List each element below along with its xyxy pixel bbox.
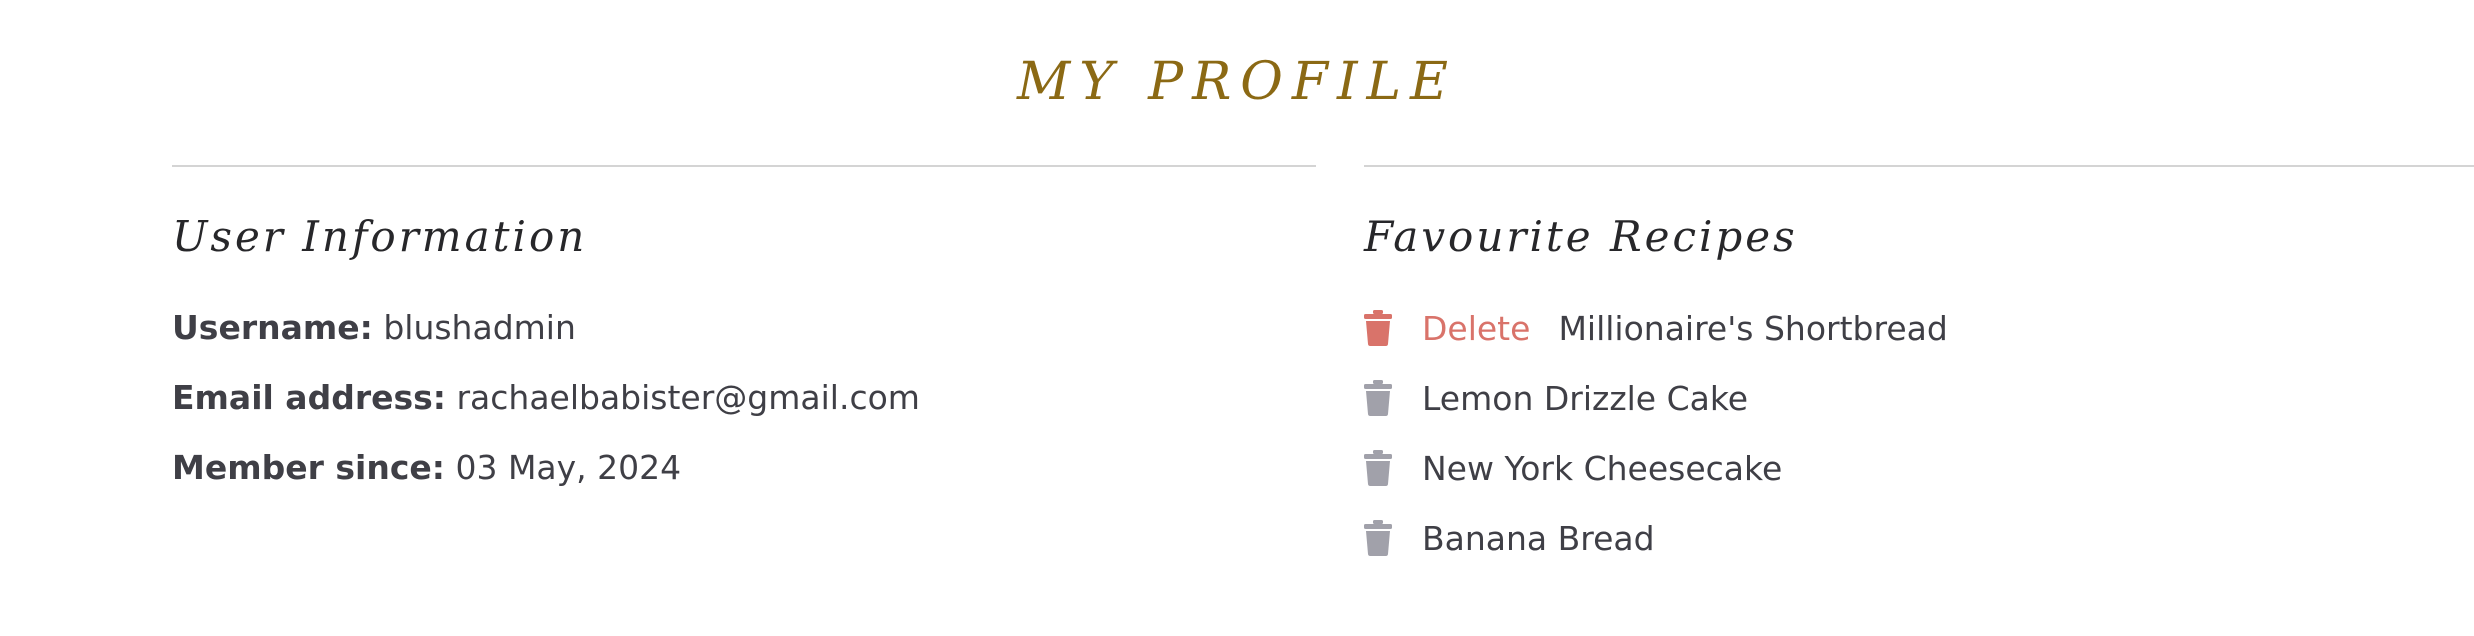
page-title: MY PROFILE [1017, 52, 1457, 112]
favourite-recipe-item: Delete Millionaire's Shortbread [1364, 293, 2474, 363]
user-information-heading: User Information [172, 212, 588, 261]
email-value: rachaelbabister@gmail.com [456, 378, 920, 417]
email-label: Email address: [172, 378, 446, 417]
favourite-recipe-item: Banana Bread [1364, 503, 2474, 573]
favourite-recipes-section: Favourite Recipes Delete Millionaire's S… [1364, 165, 2474, 573]
email-row: Email address: rachaelbabister@gmail.com [172, 363, 1316, 433]
trash-icon[interactable] [1364, 450, 1392, 486]
trash-icon[interactable] [1364, 310, 1392, 346]
delete-button[interactable]: Delete [1422, 309, 1530, 348]
trash-icon[interactable] [1364, 520, 1392, 556]
favourite-recipe-item: Lemon Drizzle Cake [1364, 363, 2474, 433]
section-divider [172, 165, 1316, 167]
favourite-recipe-item: New York Cheesecake [1364, 433, 2474, 503]
username-value: blushadmin [383, 308, 576, 347]
trash-icon[interactable] [1364, 380, 1392, 416]
recipe-link[interactable]: New York Cheesecake [1422, 449, 1782, 488]
recipe-link[interactable]: Millionaire's Shortbread [1558, 309, 1947, 348]
username-row: Username: blushadmin [172, 293, 1316, 363]
recipe-link[interactable]: Lemon Drizzle Cake [1422, 379, 1748, 418]
user-info-list: Username: blushadmin Email address: rach… [172, 293, 1316, 503]
user-information-section: User Information Username: blushadmin Em… [172, 165, 1316, 503]
favourite-recipes-heading: Favourite Recipes [1364, 212, 1798, 261]
member-since-label: Member since: [172, 448, 445, 487]
favourite-recipes-list: Delete Millionaire's Shortbread Lemon Dr… [1364, 293, 2474, 573]
member-since-value: 03 May, 2024 [455, 448, 682, 487]
section-divider [1364, 165, 2474, 167]
member-since-row: Member since: 03 May, 2024 [172, 433, 1316, 503]
recipe-link[interactable]: Banana Bread [1422, 519, 1655, 558]
username-label: Username: [172, 308, 373, 347]
